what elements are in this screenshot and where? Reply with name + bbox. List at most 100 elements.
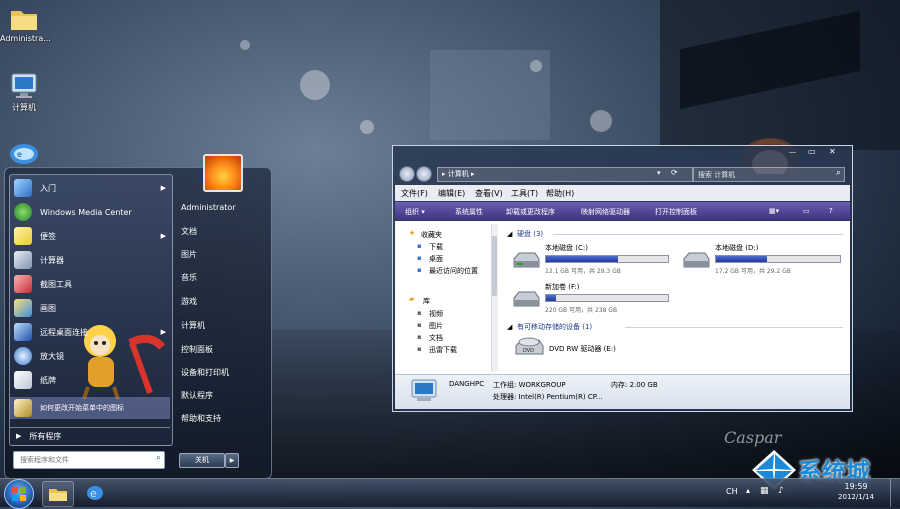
nav-library-item[interactable]: 迅雷下载 bbox=[429, 345, 457, 355]
computer-icon bbox=[411, 379, 437, 401]
uninstall-program-button[interactable]: 卸载或更改程序 bbox=[506, 207, 555, 217]
explorer-search-box[interactable]: 搜索 计算机 ⌕ bbox=[693, 167, 845, 182]
organize-button[interactable]: 组织 ▾ bbox=[405, 207, 425, 217]
refresh-icon[interactable]: ⟳ bbox=[671, 168, 678, 177]
section-collapse-icon[interactable]: ◢ bbox=[507, 323, 512, 331]
desktop-icon-admin-folder[interactable]: Administra... bbox=[0, 6, 51, 43]
start-right-item[interactable]: 控制面板 bbox=[181, 344, 213, 355]
start-right-item[interactable]: 文档 bbox=[181, 226, 197, 237]
help-icon[interactable]: ? bbox=[829, 207, 833, 215]
scrollbar-thumb[interactable] bbox=[492, 236, 497, 296]
show-desktop-button[interactable] bbox=[890, 479, 900, 507]
navigation-pane: ★ 收藏夹 ▪ 下载 ▪ 桌面 ▪ 最近访问的位置 ▰ 库 ▪ 视频 ▪ 图片 … bbox=[395, 221, 491, 374]
taskbar-explorer-button[interactable] bbox=[42, 481, 74, 507]
address-dropdown-icon[interactable]: ▾ bbox=[657, 169, 661, 177]
section-collapse-icon[interactable]: ◢ bbox=[507, 230, 512, 238]
start-right-item[interactable]: 设备和打印机 bbox=[181, 367, 229, 378]
view-options-icon[interactable]: ▦▾ bbox=[769, 207, 779, 215]
start-item-media-center[interactable]: Windows Media Center bbox=[10, 201, 170, 223]
system-properties-button[interactable]: 系统属性 bbox=[455, 207, 483, 217]
computer-name: DANGHPC bbox=[449, 380, 485, 388]
start-item-paint[interactable]: 画图 bbox=[10, 297, 170, 319]
nav-favorite-item[interactable]: 桌面 bbox=[429, 254, 443, 264]
shutdown-label: 关机 bbox=[195, 456, 209, 464]
map-network-drive-button[interactable]: 映射网络驱动器 bbox=[581, 207, 630, 217]
signature-watermark: Caspar bbox=[724, 428, 782, 447]
all-programs-button[interactable]: ▶ 所有程序 bbox=[10, 427, 170, 444]
remote-desktop-icon bbox=[14, 323, 32, 341]
nav-library-item[interactable]: 图片 bbox=[429, 321, 443, 331]
menu-view[interactable]: 查看(V) bbox=[475, 188, 503, 199]
nav-favorites[interactable]: 收藏夹 bbox=[421, 230, 442, 240]
menu-edit[interactable]: 编辑(E) bbox=[438, 188, 465, 199]
drive-f[interactable]: 新加卷 (F:) 220 GB 可用，共 238 GB bbox=[511, 282, 671, 316]
nav-library-item[interactable]: 文档 bbox=[429, 333, 443, 343]
start-right-item[interactable]: 计算机 bbox=[181, 320, 205, 331]
desktop-icon-computer[interactable]: 计算机 bbox=[0, 72, 48, 113]
clock-time: 19:59 bbox=[844, 482, 868, 491]
start-item-remote-desktop[interactable]: 远程桌面连接 ▶ bbox=[10, 321, 170, 343]
network-icon[interactable]: ▦ bbox=[760, 486, 769, 496]
start-item-label: 便签 bbox=[40, 231, 56, 241]
download-folder-icon: ▪ bbox=[417, 242, 422, 250]
sticky-notes-icon bbox=[14, 227, 32, 245]
minimize-button[interactable]: — bbox=[789, 148, 796, 156]
start-item-magnifier[interactable]: 放大镜 bbox=[10, 345, 170, 367]
clock[interactable]: 19:59 2012/1/14 bbox=[826, 482, 886, 502]
nav-libraries[interactable]: 库 bbox=[423, 296, 430, 306]
start-right-item[interactable]: 默认程序 bbox=[181, 390, 213, 401]
start-right-item[interactable]: Administrator bbox=[181, 203, 236, 212]
address-bar[interactable]: ▸ 计算机 ▸ bbox=[437, 167, 693, 182]
start-search-box[interactable]: ⌕ bbox=[13, 451, 165, 469]
hard-drive-icon bbox=[513, 291, 540, 307]
ie-shortcut-icon[interactable]: e bbox=[8, 142, 40, 166]
nav-library-item[interactable]: 视频 bbox=[429, 309, 443, 319]
section-divider bbox=[625, 327, 843, 328]
volume-icon[interactable]: ♪ bbox=[778, 486, 784, 496]
language-bar-icon[interactable]: CH bbox=[726, 487, 738, 496]
menu-tools[interactable]: 工具(T) bbox=[511, 188, 538, 199]
start-search-input[interactable] bbox=[18, 453, 150, 467]
nav-favorite-item[interactable]: 最近访问的位置 bbox=[429, 266, 478, 276]
start-right-item[interactable]: 图片 bbox=[181, 249, 197, 260]
hard-disks-header: 硬盘 (3) bbox=[517, 230, 544, 238]
start-item-sticky-notes[interactable]: 便签 ▶ bbox=[10, 225, 170, 247]
shutdown-button[interactable]: 关机 bbox=[179, 453, 225, 468]
maximize-button[interactable]: ▭ bbox=[808, 147, 816, 156]
open-control-panel-button[interactable]: 打开控制面板 bbox=[655, 207, 697, 217]
drive-usage-fill bbox=[546, 295, 556, 301]
drive-c[interactable]: 本地磁盘 (C:) 12.1 GB 可用，共 29.3 GB bbox=[511, 243, 671, 277]
start-button[interactable] bbox=[4, 479, 34, 509]
drive-d[interactable]: 本地磁盘 (D:) 17.2 GB 可用，共 29.2 GB bbox=[681, 243, 843, 277]
start-item-getting-started[interactable]: 入门 ▶ bbox=[10, 177, 170, 199]
submenu-arrow-icon: ▶ bbox=[160, 232, 166, 240]
close-button[interactable]: ✕ bbox=[829, 147, 836, 156]
start-item-label: 入门 bbox=[40, 183, 56, 193]
start-item-snipping-tool[interactable]: 截图工具 bbox=[10, 273, 170, 295]
hard-drive-icon bbox=[513, 252, 540, 268]
desktop-icon-label: Administra... bbox=[0, 34, 51, 43]
start-right-item[interactable]: 帮助和支持 bbox=[181, 413, 221, 424]
workgroup-info: 工作组: WORKGROUP bbox=[493, 381, 566, 389]
paint-icon bbox=[14, 299, 32, 317]
start-item-calculator[interactable]: 计算器 bbox=[10, 249, 170, 271]
shutdown-options-button[interactable]: ▶ bbox=[225, 453, 239, 468]
nav-favorite-item[interactable]: 下载 bbox=[429, 242, 443, 252]
removable-header: 有可移动存储的设备 (1) bbox=[517, 323, 593, 331]
start-right-item[interactable]: 游戏 bbox=[181, 296, 197, 307]
start-item-solitaire[interactable]: 纸牌 bbox=[10, 369, 170, 391]
taskbar-ie-button[interactable]: e bbox=[80, 481, 110, 505]
menu-help[interactable]: 帮助(H) bbox=[546, 188, 574, 199]
tray-expand-icon[interactable]: ▴ bbox=[746, 486, 750, 495]
preview-pane-icon[interactable]: ▭ bbox=[803, 207, 810, 215]
start-item-change-icon-help[interactable]: 如何更改开始菜单中的图标 bbox=[10, 397, 170, 419]
menu-file[interactable]: 文件(F) bbox=[401, 188, 428, 199]
user-avatar[interactable] bbox=[203, 154, 243, 192]
start-right-item[interactable]: 音乐 bbox=[181, 272, 197, 283]
drive-name: 本地磁盘 (C:) bbox=[545, 244, 588, 252]
start-item-label: 放大镜 bbox=[40, 351, 64, 361]
search-icon: ⌕ bbox=[155, 453, 161, 463]
forward-button[interactable] bbox=[416, 166, 432, 182]
dvd-drive[interactable]: DVD DVD RW 驱动器 (E:) bbox=[513, 334, 663, 364]
back-button[interactable] bbox=[399, 166, 415, 182]
